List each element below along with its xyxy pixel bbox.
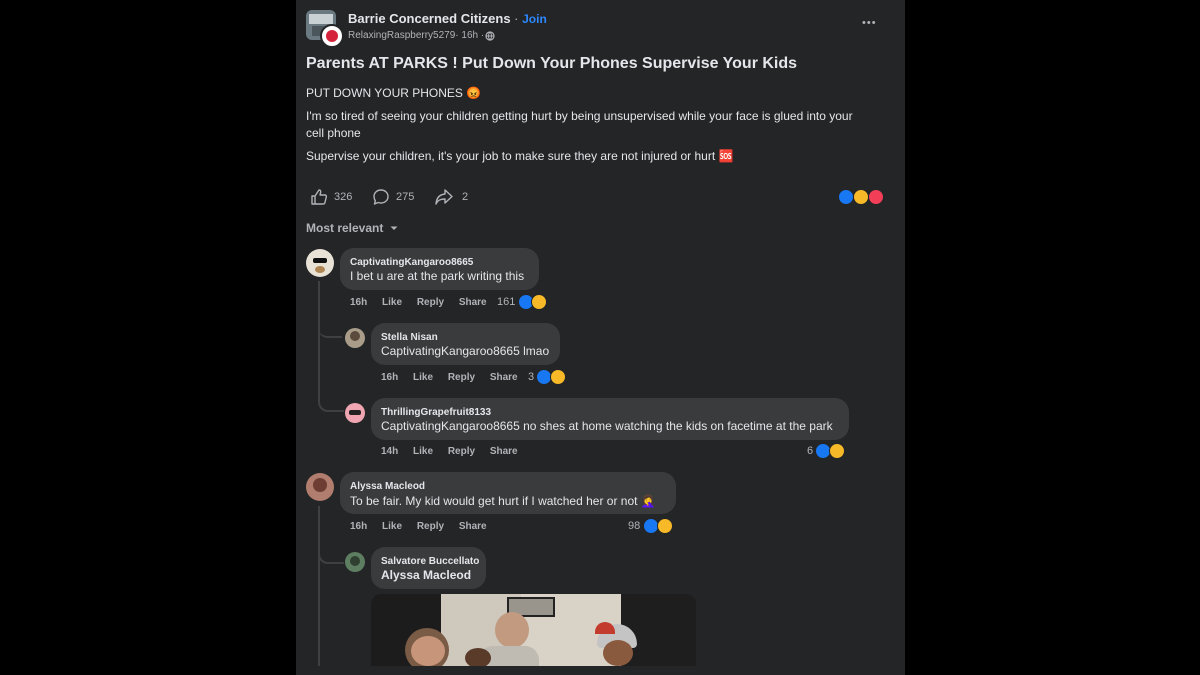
comment-like-button[interactable]: Like <box>413 372 433 383</box>
globe-icon <box>485 30 495 41</box>
post-card: Barrie Concerned Citizens · Join Relaxin… <box>296 0 905 675</box>
thread-connector <box>318 396 344 412</box>
post-header-line: Barrie Concerned Citizens · Join <box>348 11 547 26</box>
post-body-line-2: I'm so tired of seeing your children get… <box>306 109 853 123</box>
comment-actions: 14h Like Reply Share <box>381 446 530 457</box>
comment-count: 275 <box>396 191 415 203</box>
comment-like-button[interactable]: Like <box>413 446 433 457</box>
comment-reaction-count[interactable]: 3 <box>528 371 534 383</box>
comment-time[interactable]: 16h <box>350 521 367 532</box>
haha-reaction-icon <box>531 294 547 310</box>
comment-share-button[interactable]: Share <box>490 372 518 383</box>
comment-button[interactable]: 275 <box>372 188 414 206</box>
sort-label: Most relevant <box>306 221 384 235</box>
comment-author[interactable]: ThrillingGrapefruit8133 <box>381 407 491 418</box>
sort-dropdown[interactable]: Most relevant <box>306 221 400 235</box>
group-name[interactable]: Barrie Concerned Citizens <box>348 11 511 26</box>
share-icon <box>435 189 453 205</box>
post-meta: RelaxingRaspberry5279 · 16h · <box>348 30 495 41</box>
post-time[interactable]: · 16h · <box>455 30 484 41</box>
join-separator: · <box>510 11 523 26</box>
comment-icon <box>373 189 389 205</box>
commenter-avatar[interactable] <box>306 473 334 501</box>
comment-reply-button[interactable]: Reply <box>448 372 475 383</box>
like-button[interactable]: 326 <box>310 188 352 206</box>
comment-actions: 16h Like Reply Share <box>381 372 530 383</box>
comment-share-button[interactable]: Share <box>459 521 487 532</box>
commenter-avatar[interactable] <box>345 328 365 348</box>
more-options-button[interactable]: ••• <box>862 17 877 29</box>
post-body-line-1: PUT DOWN YOUR PHONES 😡 <box>306 86 482 100</box>
like-count: 326 <box>334 191 353 203</box>
haha-reaction-icon <box>657 518 673 534</box>
comment-text: CaptivatingKangaroo8665 no shes at home … <box>381 419 833 433</box>
post-title: Parents AT PARKS ! Put Down Your Phones … <box>306 55 798 72</box>
post-body-line-3: cell phone <box>306 126 361 140</box>
haha-reaction-icon <box>853 189 869 205</box>
comment-author[interactable]: Salvatore Buccellato <box>381 556 479 567</box>
like-reaction-icon <box>838 189 854 205</box>
chevron-down-icon <box>390 226 398 230</box>
thread-connector <box>318 322 342 338</box>
comment-author[interactable]: Stella Nisan <box>381 332 438 343</box>
gif-image[interactable] <box>371 594 696 666</box>
thread-line <box>318 506 320 666</box>
comment-time[interactable]: 16h <box>381 372 398 383</box>
comment-reaction-count[interactable]: 98 <box>628 520 640 532</box>
commenter-avatar[interactable] <box>345 403 365 423</box>
comment-reaction-count[interactable]: 6 <box>807 445 813 457</box>
haha-reaction-icon <box>550 369 566 385</box>
commenter-avatar[interactable] <box>345 552 365 572</box>
comment-reply-button[interactable]: Reply <box>417 521 444 532</box>
thread-connector <box>318 548 344 564</box>
comment-like-button[interactable]: Like <box>382 297 402 308</box>
post-body-line-4: Supervise your children, it's your job t… <box>306 149 734 163</box>
comment-share-button[interactable]: Share <box>459 297 487 308</box>
commenter-avatar[interactable] <box>306 249 334 277</box>
love-reaction-icon <box>868 189 884 205</box>
haha-reaction-icon <box>829 443 845 459</box>
comment-reaction-count[interactable]: 161 <box>497 296 515 308</box>
join-link[interactable]: Join <box>522 12 547 26</box>
thread-line <box>318 281 320 401</box>
like-icon <box>311 189 328 205</box>
post-reactions[interactable] <box>838 189 888 206</box>
comment-author[interactable]: Alyssa Macleod <box>350 481 425 492</box>
comment-text: CaptivatingKangaroo8665 lmao <box>381 344 550 358</box>
more-icon: ••• <box>862 17 877 29</box>
comment-actions: 16h Like Reply Share <box>350 297 499 308</box>
author-avatar[interactable] <box>320 24 344 48</box>
comment-author[interactable]: CaptivatingKangaroo8665 <box>350 257 473 268</box>
share-count: 2 <box>462 191 469 203</box>
comment-reply-button[interactable]: Reply <box>417 297 444 308</box>
share-button[interactable]: 2 <box>434 188 468 206</box>
comment-text: To be fair. My kid would get hurt if I w… <box>350 494 656 508</box>
comment-actions: 16h Like Reply Share <box>350 521 499 532</box>
author-name[interactable]: RelaxingRaspberry5279 <box>348 30 455 41</box>
mention-tag[interactable]: Alyssa Macleod <box>381 568 471 582</box>
comment-time[interactable]: 16h <box>350 297 367 308</box>
comment-time[interactable]: 14h <box>381 446 398 457</box>
comment-reply-button[interactable]: Reply <box>448 446 475 457</box>
comment-share-button[interactable]: Share <box>490 446 518 457</box>
comment-text: I bet u are at the park writing this <box>350 269 525 283</box>
comment-like-button[interactable]: Like <box>382 521 402 532</box>
